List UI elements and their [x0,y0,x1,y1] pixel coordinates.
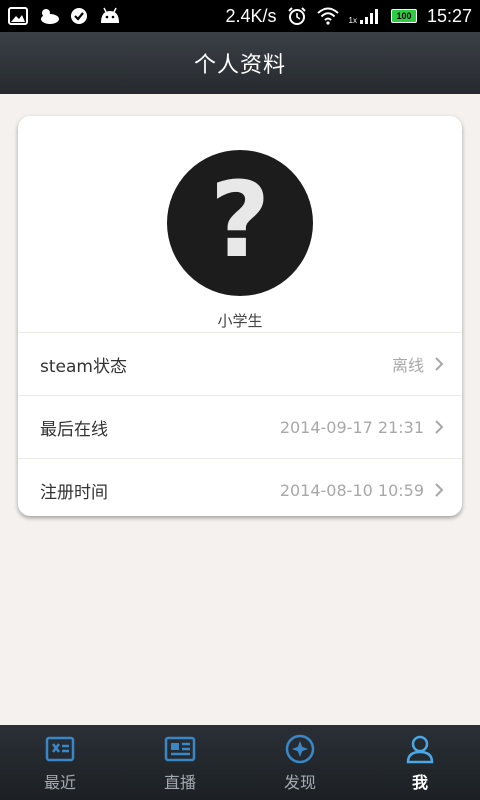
recent-icon [45,736,75,761]
signal-bars-icon [359,9,378,24]
nav-item-discover[interactable]: 发现 [240,725,360,800]
row-last-online[interactable]: 最后在线 2014-09-17 21:31 [18,395,462,458]
weather-icon [41,9,59,24]
android-icon [101,7,119,23]
row-right: 离线 [392,352,444,376]
status-bar: 2.4K/s 1x 100 15:27 [0,0,480,32]
clock: 15:27 [426,5,472,26]
chevron-right-icon [435,420,444,434]
nav-label: 最近 [43,772,76,792]
row-label: steam状态 [40,356,127,377]
page-title: 个人资料 [193,53,286,78]
row-value: 离线 [391,356,424,375]
image-icon [8,7,28,25]
nav-item-live[interactable]: 直播 [120,725,240,800]
live-icon [164,736,196,761]
row-label: 最后在线 [40,419,108,440]
chevron-right-icon [435,483,444,497]
nav-label: 发现 [283,772,316,792]
bottom-nav: 最近 直播 发现 我 [0,725,480,800]
status-left [8,7,122,25]
check-circle-icon [71,8,87,24]
row-value: 2014-09-17 21:31 [279,417,424,437]
avatar-section: ? 小学生 [18,116,462,332]
chevron-right-icon [435,357,444,371]
nickname: 小学生 [217,312,263,330]
row-label: 注册时间 [40,482,108,503]
compass-icon [285,734,315,763]
nav-item-me[interactable]: 我 [360,725,480,800]
row-value: 2014-08-10 10:59 [279,480,424,500]
battery-icon: 100 [390,9,417,23]
row-right: 2014-08-10 10:59 [280,481,444,500]
cell-signal-icon: 1x [349,7,381,25]
row-steam-status[interactable]: steam状态 离线 [18,332,462,395]
title-bar: 个人资料 [0,32,480,94]
nav-label: 我 [411,772,428,792]
question-mark-icon: ? [209,159,271,281]
status-right: 2.4K/s 1x 100 15:27 [225,6,472,27]
row-right: 2014-09-17 21:31 [280,418,444,437]
alarm-icon [287,7,306,25]
profile-card: ? 小学生 steam状态 离线 最后在线 2014-09-17 21:31 注… [18,116,462,516]
net-speed: 2.4K/s [225,5,277,26]
nav-label: 直播 [163,772,196,792]
row-register-time[interactable]: 注册时间 2014-08-10 10:59 [18,458,462,516]
signal-badge: 1x [348,16,357,25]
wifi-icon [316,7,339,25]
nav-item-recent[interactable]: 最近 [0,725,120,800]
avatar[interactable]: ? [167,150,313,296]
user-icon [406,735,434,763]
